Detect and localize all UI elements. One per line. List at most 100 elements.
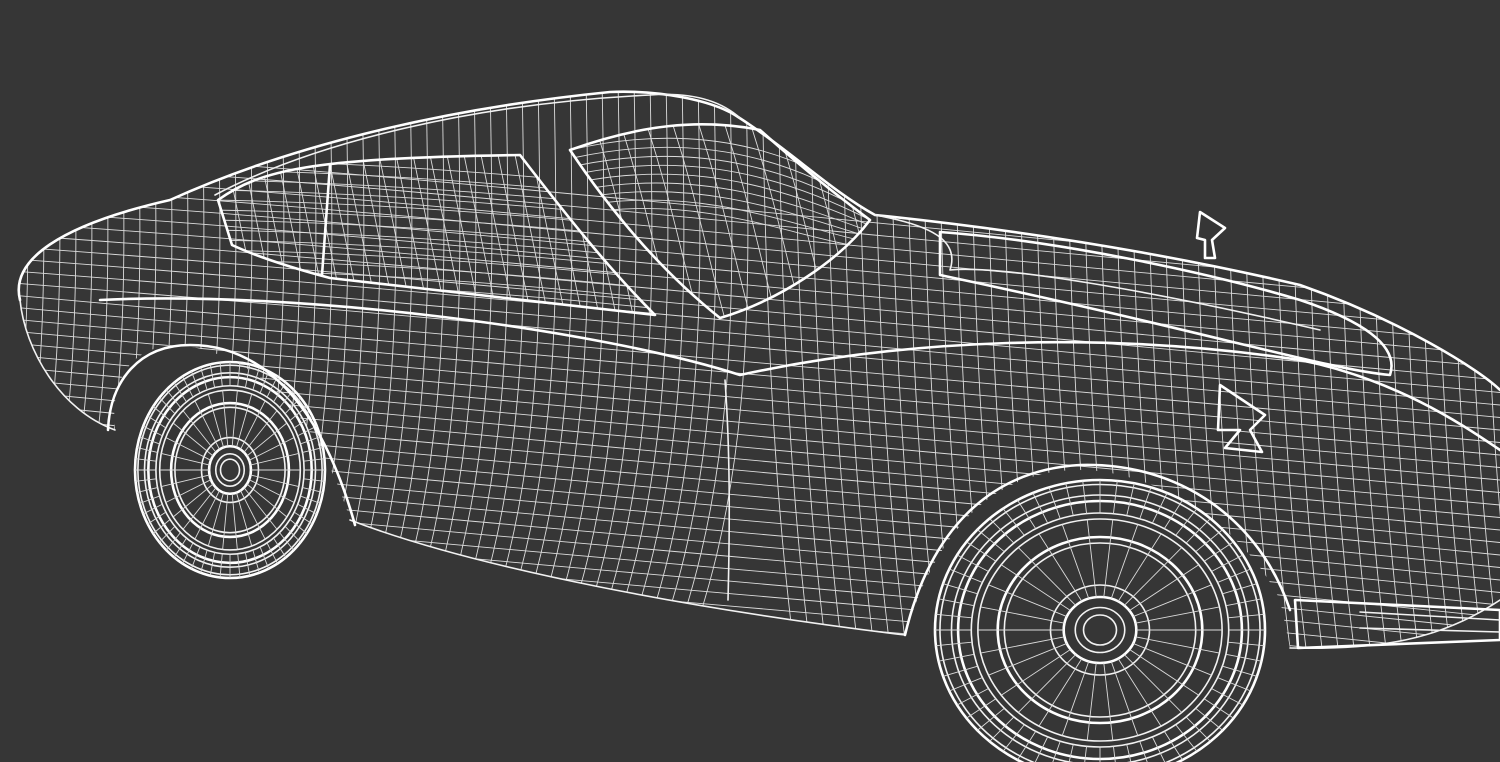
mesh-line: [1017, 91, 1058, 649]
windshield-mesh: [570, 124, 870, 318]
mesh-line: [555, 91, 637, 649]
wheel-ring: [933, 478, 1267, 762]
mesh-line: [1126, 483, 1135, 516]
mesh-line: [27, 91, 109, 649]
door-line: [724, 379, 731, 601]
body-mesh-grid: [0, 80, 1500, 700]
mesh-line: [1113, 91, 1154, 649]
mesh-line: [18, 605, 1500, 649]
rear-wheel-wireframe: [133, 360, 327, 580]
mesh-line: [1017, 547, 1077, 606]
mesh-line: [18, 245, 1500, 381]
mesh-line: [937, 91, 978, 649]
mesh-line: [43, 91, 125, 649]
mesh-line: [363, 91, 445, 649]
mesh-line: [107, 91, 189, 649]
windshield-frame: [568, 123, 872, 320]
mesh-line: [1126, 744, 1132, 762]
mesh-line: [985, 91, 1026, 649]
mesh-line: [18, 593, 1500, 649]
shoulder-line: [98, 297, 1500, 452]
mesh-line: [1225, 598, 1262, 607]
mesh-line: [1123, 547, 1183, 606]
mesh-line: [207, 393, 224, 448]
mesh-line: [938, 598, 975, 607]
mesh-line: [236, 393, 253, 448]
mesh-line: [18, 91, 45, 649]
mesh-line: [1110, 524, 1139, 599]
mesh-line: [1061, 661, 1090, 736]
mesh-line: [539, 91, 621, 649]
mesh-line: [1353, 91, 1394, 649]
mesh-line: [91, 91, 173, 649]
window-wireframe: [214, 93, 872, 320]
3d-viewport[interactable]: [0, 0, 1500, 762]
mesh-line: [18, 581, 1500, 649]
mesh-line: [18, 569, 1500, 649]
mesh-line: [1068, 744, 1074, 762]
mesh-line: [236, 492, 253, 547]
mesh-line: [1273, 91, 1314, 649]
mesh-line: [394, 155, 431, 315]
wheel-ring: [1049, 584, 1151, 676]
mesh-line: [18, 91, 93, 649]
mesh-line: [761, 91, 802, 649]
mesh-line: [18, 557, 1500, 649]
car-wireframe-model: [0, 80, 1500, 762]
mesh-line: [395, 91, 477, 649]
mesh-line: [825, 91, 866, 649]
mesh-line: [619, 91, 701, 649]
mesh-line: [547, 155, 584, 315]
window-pillar: [320, 163, 332, 277]
mesh-line: [1241, 91, 1282, 649]
mesh-line: [18, 545, 1500, 649]
mesh-line: [18, 91, 61, 649]
mesh-line: [603, 91, 685, 649]
mesh-line: [1017, 654, 1077, 713]
mesh-line: [651, 91, 733, 649]
mesh-line: [59, 91, 141, 649]
mesh-line: [171, 91, 253, 649]
mesh-line: [1225, 91, 1266, 649]
mesh-line: [18, 485, 1500, 631]
mesh-line: [207, 492, 224, 547]
mesh-line: [980, 636, 1065, 654]
mesh-line: [1135, 606, 1220, 624]
mesh-line: [1145, 91, 1186, 649]
mesh-line: [1110, 661, 1139, 736]
wheel-ring: [939, 483, 1261, 762]
mesh-line: [1033, 91, 1074, 649]
rear-mirror: [1195, 210, 1227, 260]
mesh-line: [1065, 483, 1074, 516]
mesh-line: [218, 159, 655, 191]
car-body-wireframe: [0, 80, 1500, 700]
mesh-line: [18, 269, 1500, 406]
mesh-line: [635, 91, 717, 649]
mesh-line: [513, 155, 550, 315]
mesh-line: [18, 617, 1500, 649]
mesh-line: [1129, 91, 1170, 649]
mesh-line: [632, 155, 655, 315]
mesh-line: [1123, 654, 1183, 713]
mesh-line: [1225, 653, 1262, 662]
mesh-line: [571, 91, 653, 649]
front-wheel-wireframe: [933, 478, 1267, 762]
mesh-line: [315, 91, 397, 649]
mesh-line: [18, 533, 1500, 649]
mesh-line: [1135, 636, 1220, 654]
mesh-line: [1161, 91, 1202, 649]
mesh-line: [258, 155, 295, 315]
mesh-line: [1369, 91, 1410, 649]
mesh-line: [18, 91, 29, 649]
rear-wheel-arch: [106, 343, 357, 527]
wheel-ring: [1082, 614, 1118, 646]
mesh-line: [938, 653, 975, 662]
mesh-line: [980, 606, 1065, 624]
mesh-line: [1481, 91, 1500, 649]
wheel-ring: [219, 458, 241, 482]
mesh-line: [18, 521, 1500, 649]
mesh-line: [523, 91, 605, 649]
mesh-line: [0, 80, 12, 700]
mesh-line: [18, 305, 1500, 443]
mesh-line: [969, 91, 1010, 649]
